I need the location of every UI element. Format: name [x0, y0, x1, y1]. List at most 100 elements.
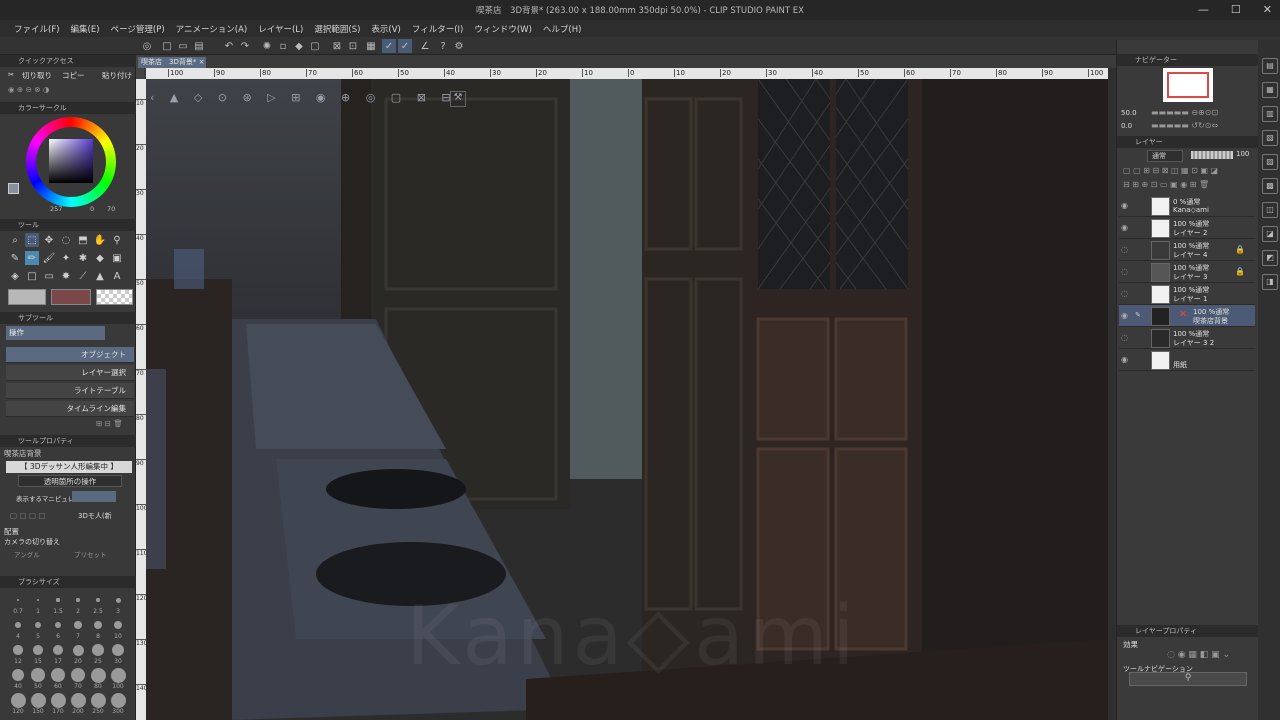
eyedropper-tool-icon[interactable]: ⚲	[110, 233, 124, 247]
menu-help[interactable]: ヘルプ(H)	[543, 23, 582, 35]
menu-layer[interactable]: レイヤー(L)	[258, 23, 303, 35]
brush-size-dot[interactable]	[72, 644, 84, 656]
brush-size-dot[interactable]	[30, 692, 46, 708]
fill-icon[interactable]: ◆	[292, 39, 306, 53]
opacity-slider[interactable]	[1191, 151, 1233, 159]
main-color-chip[interactable]	[8, 289, 46, 305]
snap-ruler-icon[interactable]: ✓	[382, 39, 396, 53]
brush-size-dot[interactable]	[11, 668, 25, 682]
ruler-icon[interactable]: ∠	[418, 39, 432, 53]
decoration-tool-icon[interactable]: ✱	[76, 251, 90, 265]
navigator-rotate-controls[interactable]: ▬▬▬▬▬ ↺↻⊙⇔	[1151, 121, 1218, 130]
brush-size-dot[interactable]	[95, 597, 101, 603]
layer-row[interactable]: ◌ 100 %通常 レイヤー 3 2	[1119, 327, 1255, 349]
zoom-value[interactable]: 50.0	[1121, 109, 1137, 117]
undo-icon[interactable]: ↶	[222, 39, 236, 53]
zoom-tool-icon[interactable]: ⌕	[8, 233, 22, 247]
brush-size-dot[interactable]	[92, 644, 104, 656]
canvas[interactable]: Kana◇ami ‹ ▲ ◇ ⊙ ⊛ ▷ ⊞ ◉ ⊕ ◎ ▢ ⊠ ⊟ ⚒	[146, 79, 1108, 720]
panel-icon[interactable]: ▧	[1262, 130, 1278, 146]
navigator-zoom-controls[interactable]: ▬▬▬▬▬ ⊖⊕⊙⊡	[1151, 108, 1218, 117]
brush-size-dot[interactable]	[33, 645, 43, 655]
snap-special-icon[interactable]: ✓	[398, 39, 412, 53]
eye-icon[interactable]: ◉	[1121, 311, 1128, 320]
clear-icon[interactable]: ✺	[260, 39, 274, 53]
blend-mode-select[interactable]: 通常	[1147, 150, 1183, 162]
panel-icon[interactable]: ◪	[1262, 226, 1278, 242]
brush-size-dot[interactable]	[110, 667, 126, 683]
brush-size-dot[interactable]	[31, 668, 45, 682]
brush-size-dot[interactable]	[74, 621, 82, 629]
cut-button[interactable]: 切り取り	[22, 70, 52, 81]
menu-filter[interactable]: フィルター(I)	[412, 23, 463, 35]
eye-icon[interactable]: ◌	[1121, 289, 1128, 298]
eye-icon[interactable]: ◌	[1121, 267, 1128, 276]
opacity-value[interactable]: 100	[1236, 150, 1249, 158]
layer-toolbar-row2[interactable]: ⊟ ⊞ ⊕ ⊡ ▭ ▣ ◉ ⊞ 🗑	[1123, 180, 1209, 189]
lock-icon[interactable]: 🔒	[1235, 267, 1245, 276]
layer-row-selected[interactable]: ◉ ✎ ✕ 100 %通常 喫茶店背景	[1119, 305, 1255, 327]
brush-size-dot[interactable]	[51, 668, 65, 682]
panel-icon[interactable]: ◨	[1262, 274, 1278, 290]
hand-tool-icon[interactable]: ✋	[93, 233, 107, 247]
vertical-scrollbar[interactable]	[1108, 68, 1116, 720]
brush-size-dot[interactable]	[90, 667, 106, 683]
brush-size-dot[interactable]	[94, 621, 102, 629]
settings-icon[interactable]: ⚙	[452, 39, 466, 53]
help-icon[interactable]: ?	[436, 39, 450, 53]
menu-animation[interactable]: アニメーション(A)	[176, 23, 248, 35]
subtool-group-operation[interactable]: 操作	[6, 326, 105, 340]
layer-row[interactable]: ◌ 100 %通常 レイヤー 1	[1119, 283, 1255, 305]
layer-row[interactable]: ◉ 0 %通常 Kana◇ami	[1119, 195, 1255, 217]
eye-icon[interactable]: ◌	[1121, 245, 1128, 254]
panel-icon[interactable]: ◫	[1262, 202, 1278, 218]
brush-size-dot[interactable]	[70, 692, 86, 708]
brush-size-dot[interactable]	[34, 621, 42, 629]
brush-size-dot[interactable]	[13, 645, 23, 655]
brush-size-dot[interactable]	[54, 621, 62, 629]
transparent-color-chip[interactable]	[96, 289, 133, 305]
frame-tool-icon[interactable]: ▭	[42, 269, 56, 283]
text-tool-icon[interactable]: A	[110, 269, 124, 283]
transform-icon[interactable]: ▢	[308, 39, 322, 53]
placement-section[interactable]: 配置	[4, 526, 19, 537]
layer-row[interactable]: ◌ 100 %通常 レイヤー 3 🔒	[1119, 261, 1255, 283]
layer-row[interactable]: ◉ 100 %通常 レイヤー 2	[1119, 217, 1255, 239]
brush-size-dot[interactable]	[115, 597, 121, 603]
menu-window[interactable]: ウィンドウ(W)	[474, 23, 532, 35]
saturation-value-square[interactable]	[49, 139, 93, 183]
brush-size-dot[interactable]	[113, 620, 123, 630]
brush-size-dot[interactable]	[17, 599, 19, 601]
panel-icon[interactable]: ▦	[1262, 82, 1278, 98]
layer-row[interactable]: ◉ 用紙	[1119, 349, 1255, 371]
redo-icon[interactable]: ↷	[238, 39, 252, 53]
copy-button[interactable]: コピー	[62, 70, 85, 81]
brush-size-dot[interactable]	[10, 692, 26, 708]
panel-icon[interactable]: ◩	[1262, 250, 1278, 266]
subtool-timeline-edit[interactable]: タイムライン編集	[6, 401, 134, 417]
maximize-icon[interactable]: ☐	[1231, 3, 1241, 16]
eye-icon[interactable]: ◉	[1121, 223, 1128, 232]
sub-color-chip[interactable]	[51, 289, 91, 305]
subtool-light-table[interactable]: ライトテーブル	[6, 383, 134, 399]
airbrush-tool-icon[interactable]: ✦	[59, 251, 73, 265]
panel-icon[interactable]: ▨	[1262, 154, 1278, 170]
lasso-tool-icon[interactable]: ◌	[59, 233, 73, 247]
transparent-operation-select[interactable]: 透明箇所の操作	[18, 475, 122, 487]
subtool-object[interactable]: オブジェクト	[6, 347, 134, 363]
brush-size-dot[interactable]	[15, 622, 21, 628]
brush-size-dot[interactable]	[56, 598, 60, 602]
move-tool-icon[interactable]: ✥	[42, 233, 56, 247]
minimize-icon[interactable]: —	[1198, 3, 1209, 16]
brush-size-dot[interactable]	[50, 692, 66, 708]
layer-toolbar-row1[interactable]: ▢ ▢ ⊞ ⊟ ⊠ ◫ ▦ ⊡ ▣ ◪	[1123, 166, 1218, 175]
menu-file[interactable]: ファイル(F)	[14, 23, 60, 35]
fill-tool-icon[interactable]: ◈	[8, 269, 22, 283]
brush-size-dot[interactable]	[76, 598, 80, 602]
cut-icon[interactable]: ✂	[8, 70, 14, 79]
brush-size-dot[interactable]	[111, 643, 125, 657]
navigator-viewport[interactable]	[1167, 72, 1209, 98]
operation-tool-icon[interactable]: ⬚	[25, 233, 39, 247]
3d-launcher-extra-icon[interactable]: ⚒	[450, 91, 466, 107]
gradient-tool-icon[interactable]: ▣	[110, 251, 124, 265]
